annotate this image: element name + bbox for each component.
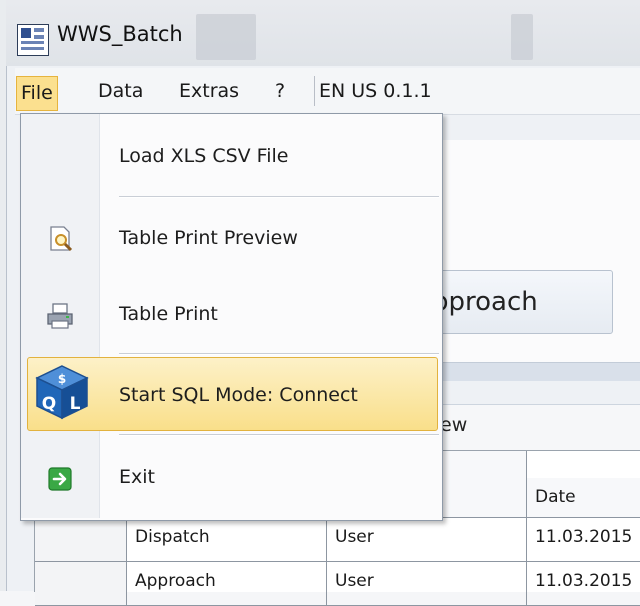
view-tab-label: ew (440, 414, 468, 436)
title-bar-background-shape (511, 14, 533, 60)
menu-item-load-xls-csv[interactable]: Load XLS CSV File (119, 145, 288, 167)
menu-separator (119, 196, 439, 198)
menu-item-table-print[interactable]: Table Print (119, 303, 218, 325)
content-panel (440, 140, 640, 370)
approach-button-label: pproach (432, 287, 538, 317)
group-header-bar (440, 362, 640, 381)
menu-item-table-print-preview[interactable]: Table Print Preview (119, 227, 298, 249)
table-cell-date[interactable]: 11.03.2015 (527, 562, 640, 606)
menu-file[interactable]: File (16, 76, 58, 111)
svg-text:Q: Q (42, 394, 56, 414)
menu-item-exit[interactable]: Exit (119, 466, 155, 488)
app-icon (17, 24, 49, 56)
menu-extras[interactable]: Extras (176, 76, 242, 106)
menu-item-start-sql-mode[interactable]: Start SQL Mode: Connect (119, 384, 358, 406)
window-title: WWS_Batch (57, 22, 183, 46)
view-tab[interactable] (440, 404, 640, 451)
sql-cube-icon: $ Q L (33, 362, 91, 422)
exit-arrow-icon (48, 467, 72, 491)
svg-text:L: L (70, 394, 81, 414)
print-preview-icon (46, 224, 76, 254)
row-header[interactable] (35, 518, 127, 562)
row-header[interactable] (35, 562, 127, 606)
table-cell-name[interactable]: Dispatch (127, 518, 327, 562)
table-cell-user[interactable]: User (327, 562, 527, 606)
title-bar-background-shape (196, 14, 256, 60)
table-cell-date[interactable]: 11.03.2015 (527, 518, 640, 562)
svg-text:$: $ (58, 372, 66, 386)
printer-icon (45, 302, 75, 330)
menu-help[interactable]: ? (272, 76, 288, 106)
menu-separator (119, 434, 439, 436)
menu-separator (314, 76, 315, 106)
table-cell-user[interactable]: User (327, 518, 527, 562)
menu-data[interactable]: Data (95, 76, 146, 106)
table-cell-name[interactable]: Approach (127, 562, 327, 606)
table-header-date[interactable]: Date (527, 478, 640, 518)
menu-separator (119, 353, 439, 355)
version-label: EN US 0.1.1 (319, 80, 432, 102)
